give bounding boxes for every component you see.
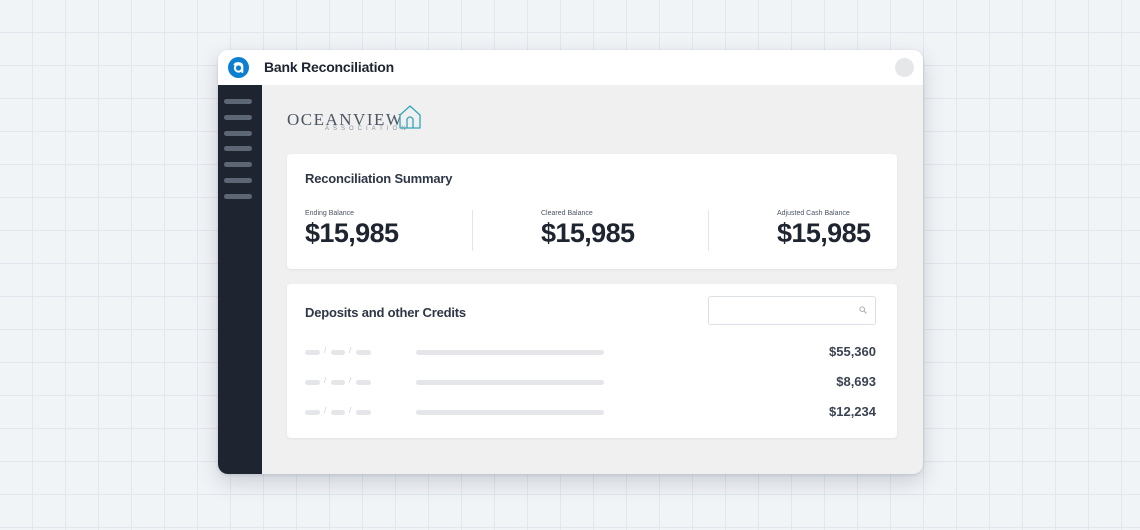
nav-item-3[interactable] — [224, 131, 252, 136]
title-bar: Bank Reconciliation — [218, 50, 923, 85]
slash-divider: / — [324, 346, 327, 355]
date-placeholder — [305, 410, 320, 415]
divider — [708, 210, 709, 251]
a-logo-icon[interactable] — [228, 57, 249, 78]
description-placeholder — [416, 380, 604, 385]
slash-divider: / — [349, 376, 352, 385]
sidebar — [218, 85, 262, 474]
nav-item-5[interactable] — [224, 162, 252, 167]
summary-title: Reconciliation Summary — [305, 171, 453, 186]
slash-divider: / — [349, 406, 352, 415]
stat-label: Ending Balance — [305, 210, 355, 217]
app-window: Bank Reconciliation OCEANVIEW ASSOCIATIO… — [218, 50, 923, 474]
date-placeholder — [356, 350, 371, 355]
deposits-card: Deposits and other Credits / / $55,360 /… — [287, 284, 897, 438]
date-placeholder — [331, 350, 345, 355]
slash-divider: / — [324, 406, 327, 415]
stat-adjusted-cash-balance: Adjusted Cash Balance $15,985 — [777, 210, 871, 249]
stat-value: $15,985 — [305, 218, 399, 248]
slash-divider: / — [324, 376, 327, 385]
deposit-row[interactable]: / / $55,360 — [305, 344, 876, 360]
date-placeholder — [331, 410, 345, 415]
stat-value: $15,985 — [777, 218, 871, 248]
search-input[interactable] — [715, 301, 849, 321]
deposits-title: Deposits and other Credits — [305, 305, 466, 320]
description-placeholder — [416, 410, 604, 415]
date-placeholder — [331, 380, 345, 385]
stat-ending-balance: Ending Balance $15,985 — [305, 210, 399, 249]
window-control-icon[interactable] — [895, 58, 914, 77]
date-placeholder — [305, 350, 320, 355]
stat-label: Adjusted Cash Balance — [777, 210, 850, 217]
deposit-amount: $8,693 — [836, 374, 876, 389]
house-outline-icon — [399, 105, 421, 129]
date-placeholder — [356, 410, 371, 415]
stat-cleared-balance: Cleared Balance $15,985 — [541, 210, 635, 249]
date-placeholder — [305, 380, 320, 385]
search-icon[interactable] — [859, 306, 867, 314]
search-box[interactable] — [708, 296, 876, 325]
stat-label: Cleared Balance — [541, 210, 593, 217]
reconciliation-summary-card: Reconciliation Summary Ending Balance $1… — [287, 154, 897, 269]
nav-item-7[interactable] — [224, 194, 252, 199]
stat-value: $15,985 — [541, 218, 635, 248]
slash-divider: / — [349, 346, 352, 355]
deposit-row[interactable]: / / $8,693 — [305, 374, 876, 390]
nav-item-4[interactable] — [224, 146, 252, 151]
nav-item-1[interactable] — [224, 99, 252, 104]
deposit-row[interactable]: / / $12,234 — [305, 404, 876, 420]
nav-item-6[interactable] — [224, 178, 252, 183]
window-title: Bank Reconciliation — [264, 59, 395, 75]
main-content: OCEANVIEW ASSOCIATION Reconciliation Sum… — [262, 85, 923, 474]
nav-item-2[interactable] — [224, 115, 252, 120]
date-placeholder — [356, 380, 371, 385]
deposit-amount: $55,360 — [829, 344, 876, 359]
divider — [472, 210, 473, 251]
description-placeholder — [416, 350, 604, 355]
deposit-amount: $12,234 — [829, 404, 876, 419]
